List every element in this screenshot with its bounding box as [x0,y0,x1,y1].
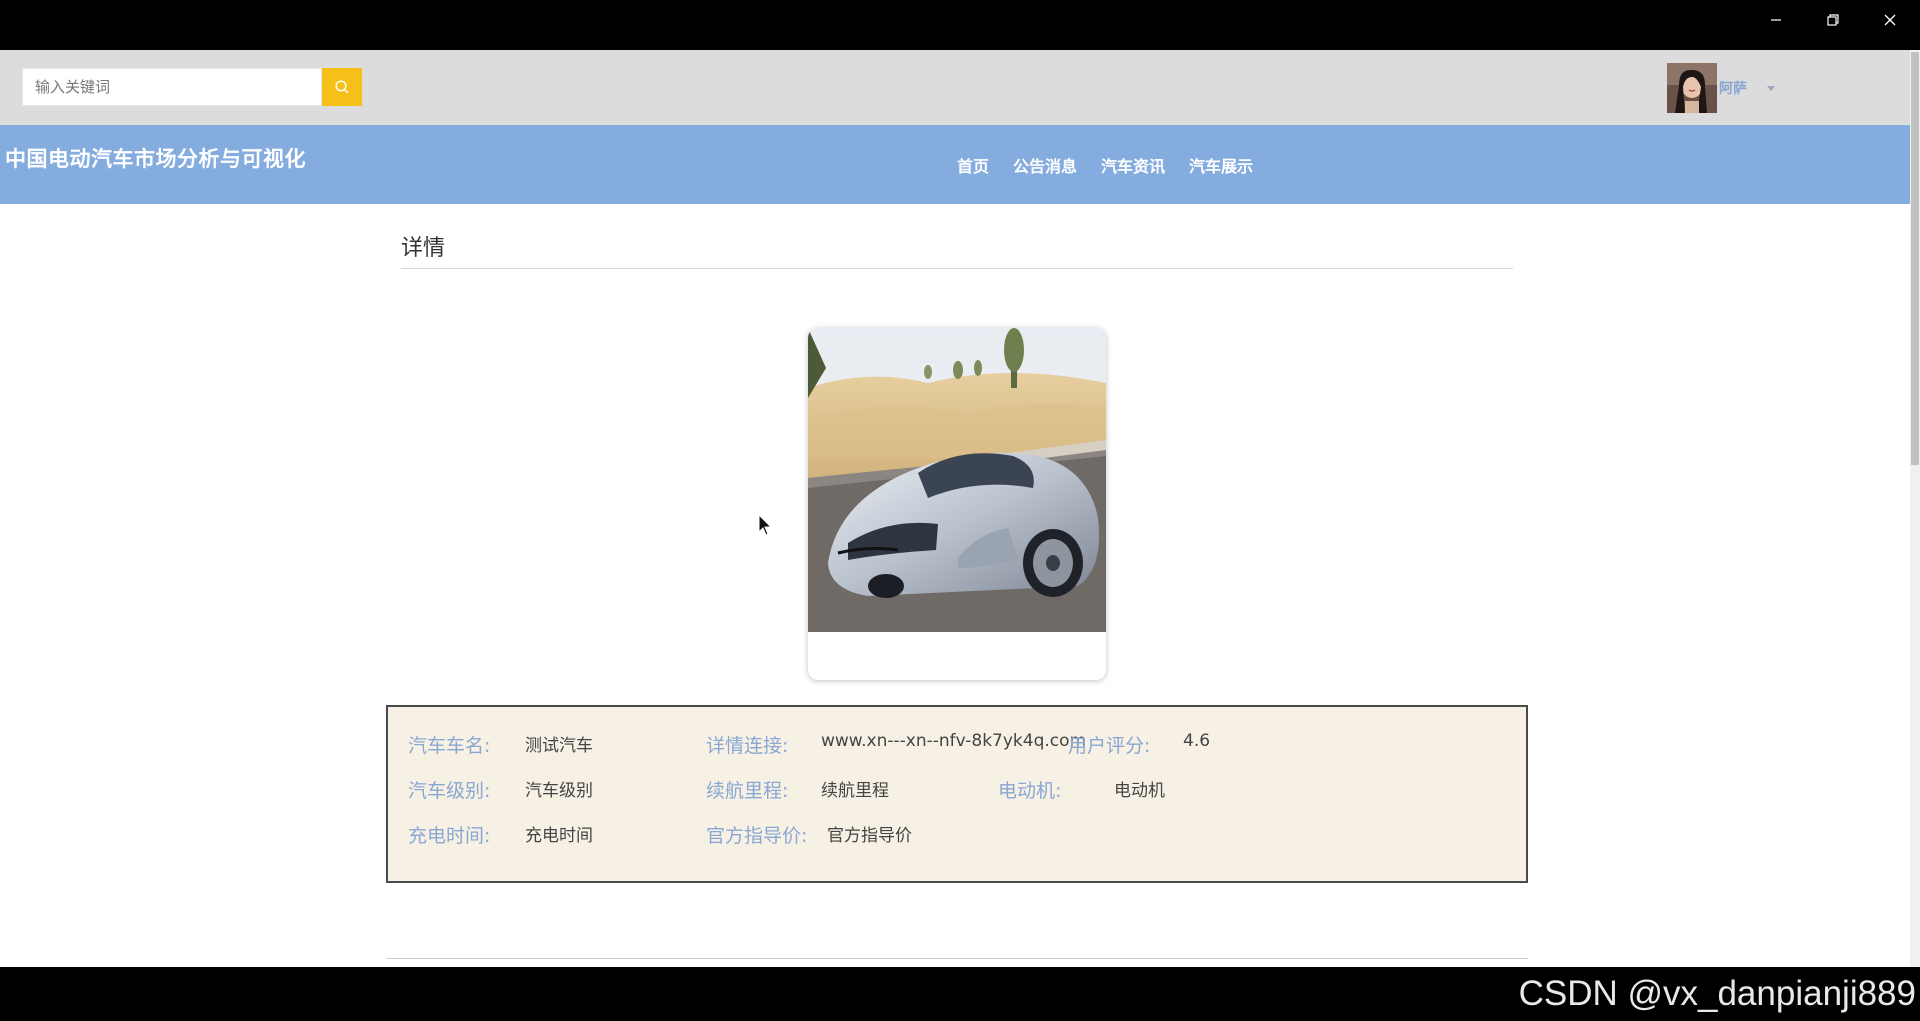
search-button[interactable] [322,68,362,106]
msrp-label: 官方指导价: [706,825,808,847]
range-value: 续航里程 [821,781,889,801]
nav-item-car-showcase[interactable]: 汽车展示 [1189,153,1253,177]
close-icon[interactable] [1862,0,1918,40]
scrollbar-thumb[interactable] [1911,52,1919,465]
nav-item-car-news[interactable]: 汽车资讯 [1101,153,1165,177]
site-title: 中国电动汽车市场分析与可视化 [5,147,306,171]
restore-icon[interactable] [1805,0,1861,40]
car-level-label: 汽车级别: [408,780,491,802]
search-icon [335,80,349,94]
chevron-down-icon[interactable] [1767,85,1775,91]
watermark: CSDN @vx_danpianji889 [1518,974,1916,1013]
car-name-label: 汽车车名: [408,735,491,757]
avatar [1667,63,1717,113]
window-titlebar [0,0,1920,50]
divider [401,268,1513,269]
range-label: 续航里程: [706,780,789,802]
search-input[interactable] [22,68,322,106]
detail-link-label: 详情连接: [706,735,789,757]
car-name-value: 测试汽车 [525,736,593,756]
car-photo [808,328,1106,632]
charge-time-label: 充电时间: [408,825,491,847]
user-rating-value: 4.6 [1183,731,1211,751]
motor-label: 电动机: [998,780,1062,802]
motor-value: 电动机 [1114,781,1165,801]
nav-item-announcements[interactable]: 公告消息 [1013,153,1077,177]
divider [386,958,1528,959]
car-image-card [808,328,1106,680]
charge-time-value: 充电时间 [525,826,593,846]
user-menu[interactable]: 阿萨 [1667,63,1775,113]
bottom-bar: CSDN @vx_danpianji889 [0,967,1920,1021]
page-scrollbar[interactable] [1910,50,1920,967]
top-bar: 阿萨 [0,50,1910,125]
user-rating-label: 用户评分: [1068,735,1151,757]
main-navbar: 中国电动汽车市场分析与可视化 首页 公告消息 汽车资讯 汽车展示 [0,125,1910,204]
car-level-value: 汽车级别 [525,781,593,801]
msrp-value: 官方指导价 [827,826,912,846]
mouse-cursor-icon [758,514,773,536]
nav-menu: 首页 公告消息 汽车资讯 汽车展示 [957,153,1277,177]
page-title: 详情 [401,236,446,261]
car-info-panel: 汽车车名: 测试汽车 详情连接: www.xn---xn--nfv-8k7yk4… [386,705,1528,883]
minimize-icon[interactable] [1748,0,1804,40]
user-name[interactable]: 阿萨 [1719,78,1747,98]
detail-link-value[interactable]: www.xn---xn--nfv-8k7yk4q.com [821,731,1086,751]
nav-item-home[interactable]: 首页 [957,153,989,177]
